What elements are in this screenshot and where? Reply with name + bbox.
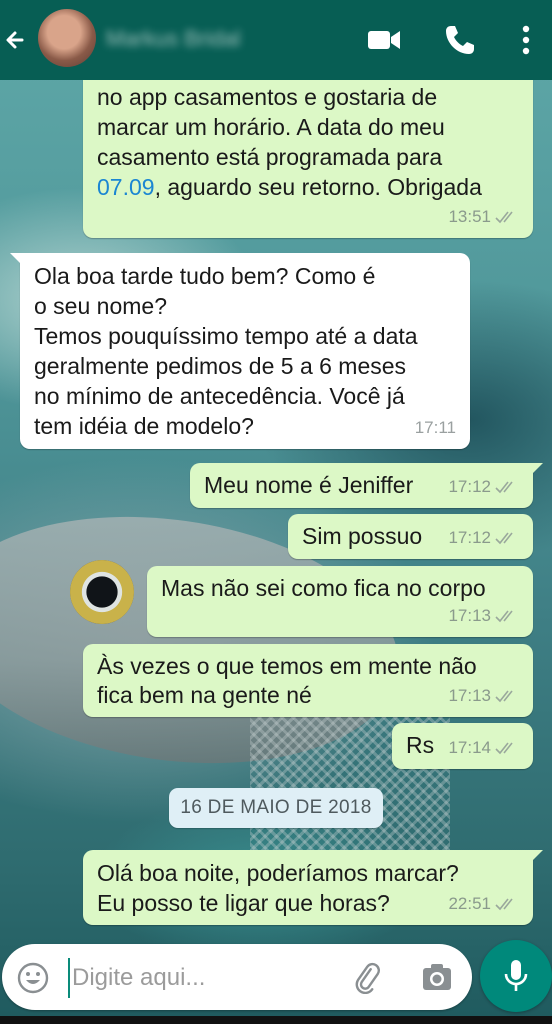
bubble-tail [527,463,543,479]
message-incoming[interactable]: Ola boa tarde tudo bem? Como é o seu nom… [10,253,470,449]
message-time: 17:11 [414,418,456,437]
message-outgoing[interactable]: Rs 17:14 [392,723,533,769]
chat-header: Markus Bridal [0,0,552,80]
emoji-icon[interactable] [16,961,50,995]
date-separator: 16 DE MAIO DE 2018 [169,788,383,828]
double-check-icon [495,211,513,224]
message-outgoing[interactable]: Mas não sei como fica no corpo 17:13 [147,566,533,637]
message-text: Ola boa tarde tudo bem? Como é o seu nom… [34,263,418,439]
message-time: 17:12 [448,528,491,547]
message-time: 17:13 [448,686,491,705]
double-check-icon [495,742,513,755]
double-check-icon [495,532,513,545]
message-outgoing[interactable]: Às vezes o que temos em mente não fica b… [83,644,533,717]
message-time: 13:51 [448,207,491,226]
message-outgoing[interactable]: no app casamentos e gostaria de marcar u… [83,58,533,238]
date-link[interactable]: 07.09 [97,174,155,200]
more-vert-icon[interactable] [512,22,540,58]
double-check-icon [495,690,513,703]
bubble-tail [527,850,543,866]
system-nav-strip [0,1016,552,1024]
video-call-icon[interactable] [366,22,402,58]
message-text: Mas não sei como fica no corpo [161,575,486,601]
message-meta: 17:14 [448,733,519,763]
message-meta: 17:11 [415,413,456,443]
bubble-tail [10,253,26,269]
message-text: no app casamentos e gostaria de marcar u… [97,84,445,170]
message-outgoing[interactable]: Sim possuo 17:12 [288,514,533,559]
double-check-icon [495,481,513,494]
avatar[interactable] [38,9,96,67]
phone-icon[interactable] [442,22,478,58]
message-time: 17:13 [448,606,491,625]
message-time: 17:12 [448,477,491,496]
double-check-icon [495,898,513,911]
composer-bar [2,944,472,1010]
contact-name[interactable]: Markus Bridal [106,26,270,52]
message-meta: 17:12 [448,472,519,502]
message-meta: 17:12 [448,523,519,553]
camera-icon[interactable] [420,960,454,994]
microphone-icon [504,960,528,991]
message-text: , aguardo seu retorno. Obrigada [154,174,482,200]
microphone-button[interactable] [480,940,552,1012]
message-time: 17:14 [448,738,491,757]
message-list[interactable]: no app casamentos e gostaria de marcar u… [0,58,552,944]
message-meta: 17:13 [448,601,519,631]
message-outgoing[interactable]: Olá boa noite, poderíamos marcar? Eu pos… [83,850,543,925]
message-meta: 17:13 [448,681,519,711]
arrow-left-icon[interactable] [4,26,26,54]
double-check-icon [495,610,513,623]
paperclip-icon[interactable] [350,960,384,994]
message-outgoing[interactable]: Meu nome é Jeniffer 17:12 [190,463,543,508]
message-time: 22:51 [448,894,491,913]
message-input[interactable] [68,958,334,998]
message-meta: 13:51 [448,202,519,232]
message-meta: 22:51 [448,889,519,919]
